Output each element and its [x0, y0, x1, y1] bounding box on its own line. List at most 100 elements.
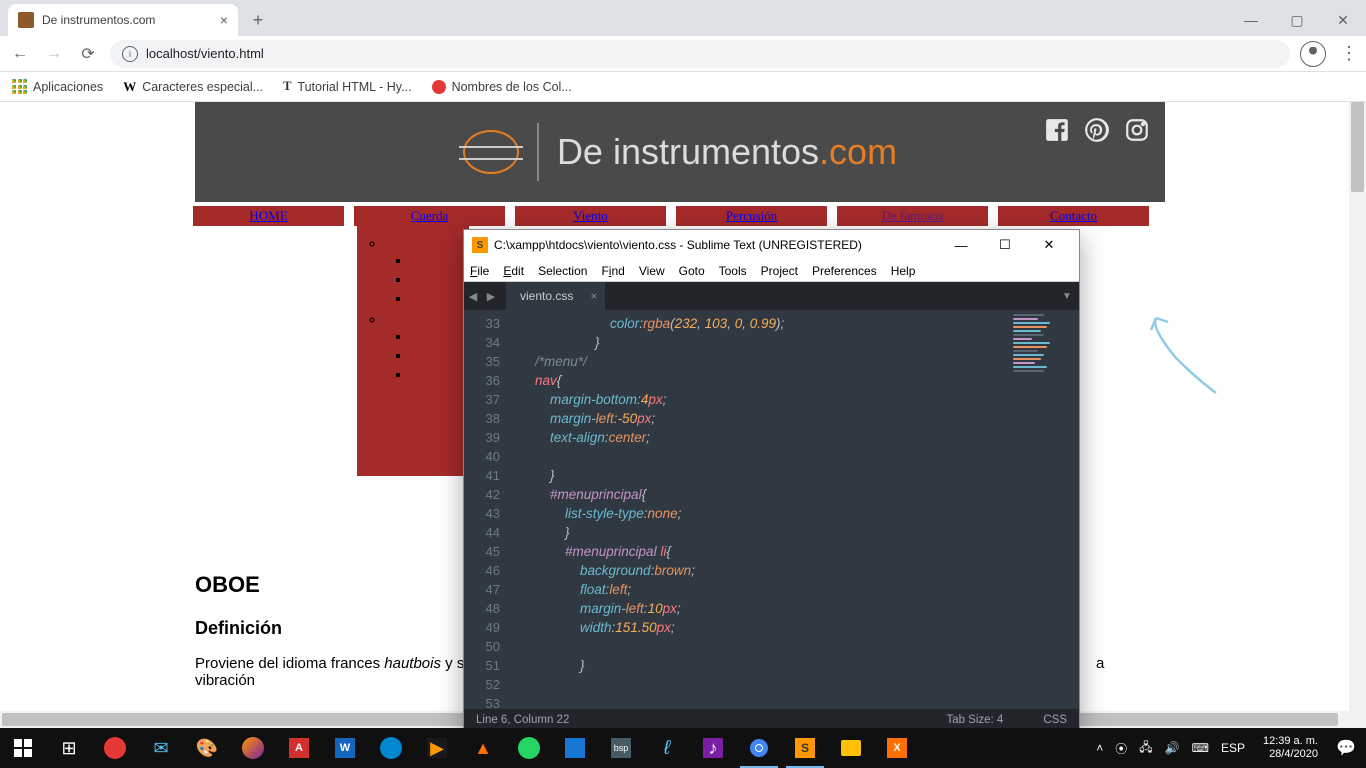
start-button[interactable] — [0, 728, 46, 768]
sublime-menubar: File Edit Selection Find View Goto Tools… — [464, 260, 1079, 282]
volume-icon[interactable]: 🔊 — [1165, 741, 1180, 755]
notifications-icon[interactable]: 💬 — [1326, 728, 1366, 768]
bookmark-item[interactable]: WCaracteres especial... — [123, 79, 263, 95]
menu-file[interactable]: File — [470, 264, 489, 278]
list-item — [385, 310, 469, 386]
back-button[interactable]: ← — [8, 42, 32, 66]
facebook-icon[interactable] — [1043, 116, 1071, 144]
sublime-taskbar-icon[interactable]: S — [782, 728, 828, 768]
menu-find[interactable]: Find — [601, 264, 624, 278]
new-tab-button[interactable]: + — [244, 6, 272, 34]
favicon-icon — [18, 12, 34, 28]
menu-goto[interactable]: Goto — [679, 264, 705, 278]
menu-edit[interactable]: Edit — [503, 264, 524, 278]
opera-icon[interactable] — [92, 728, 138, 768]
editor[interactable]: 3334353637383940414243444546474849505152… — [464, 310, 1079, 709]
taskview-icon[interactable]: ⊞ — [46, 728, 92, 768]
code-area[interactable]: color:rgba(232, 103, 0, 0.99); } /*menu*… — [508, 310, 1009, 709]
bookmark-item[interactable]: Nombres de los Col... — [432, 80, 572, 94]
browser-tab[interactable]: De instrumentos.com × — [8, 4, 238, 36]
instagram-icon[interactable] — [1123, 116, 1151, 144]
list-item — [385, 234, 469, 310]
w-icon: W — [123, 79, 136, 95]
nav-contacto[interactable]: Contacto — [998, 206, 1149, 226]
minimize-icon[interactable]: — — [1228, 4, 1274, 36]
site-title: De instrumentos.com — [557, 131, 897, 173]
logo-icon — [463, 130, 519, 174]
forward-button[interactable]: → — [42, 42, 66, 66]
menu-preferences[interactable]: Preferences — [812, 264, 877, 278]
nav-cuerda[interactable]: Cuerda — [354, 206, 505, 226]
tab-title: De instrumentos.com — [42, 13, 155, 27]
menu-selection[interactable]: Selection — [538, 264, 587, 278]
maximize-icon[interactable]: ☐ — [983, 231, 1027, 259]
profile-icon[interactable] — [1300, 41, 1326, 67]
sublime-title: C:\xampp\htdocs\viento\viento.css - Subl… — [494, 238, 862, 252]
adobe-icon[interactable]: A — [276, 728, 322, 768]
window-controls: — ▢ ✕ — [1228, 4, 1366, 36]
nav-famosos[interactable]: De famosos — [837, 206, 988, 226]
menu-project[interactable]: Project — [761, 264, 798, 278]
location-icon[interactable]: ⦿ — [1115, 740, 1127, 757]
menu-help[interactable]: Help — [891, 264, 916, 278]
menu-tools[interactable]: Tools — [719, 264, 747, 278]
app-icon[interactable] — [552, 728, 598, 768]
close-window-icon[interactable]: ✕ — [1320, 4, 1366, 36]
sublime-titlebar[interactable]: S C:\xampp\htdocs\viento\viento.css - Su… — [464, 230, 1079, 260]
bookmark-item[interactable]: TTutorial HTML - Hy... — [283, 79, 411, 94]
clock[interactable]: 12:39 a. m. 28/4/2020 — [1255, 735, 1326, 761]
menu-view[interactable]: View — [639, 264, 665, 278]
vertical-scrollbar[interactable] — [1349, 102, 1366, 728]
main-nav: HOME Cuerda Viento Percusión De famosos … — [193, 206, 1165, 226]
firefox-icon[interactable] — [230, 728, 276, 768]
paint-icon[interactable]: 🎨 — [184, 728, 230, 768]
site-info-icon[interactable]: i — [122, 46, 138, 62]
maximize-icon[interactable]: ▢ — [1274, 4, 1320, 36]
reload-button[interactable]: ⟳ — [76, 42, 100, 66]
browser-tab-strip: De instrumentos.com × + — ▢ ✕ — [0, 0, 1366, 36]
close-icon[interactable]: × — [220, 12, 228, 28]
tab-next-icon[interactable]: ▶ — [482, 282, 500, 310]
browser-toolbar: ← → ⟳ i localhost/viento.html ⋮ — [0, 36, 1366, 72]
url-text: localhost/viento.html — [146, 46, 264, 61]
line-gutter: 3334353637383940414243444546474849505152… — [464, 310, 508, 709]
tab-dropdown-icon[interactable]: ▼ — [1055, 282, 1079, 310]
edge-icon[interactable] — [368, 728, 414, 768]
whatsapp-icon[interactable] — [506, 728, 552, 768]
file-tab[interactable]: viento.css× — [506, 282, 605, 310]
language-indicator[interactable]: ESP — [1221, 741, 1245, 755]
system-tray[interactable]: ˄ ⦿ 🖧 🔊 ⌨ ESP — [1086, 738, 1255, 759]
word-icon[interactable]: W — [322, 728, 368, 768]
vlc-icon[interactable]: ▲ — [460, 728, 506, 768]
apps-button[interactable]: Aplicaciones — [12, 79, 103, 94]
menu-icon[interactable]: ⋮ — [1340, 43, 1358, 64]
media-icon[interactable]: ▶ — [414, 728, 460, 768]
mail-icon[interactable]: ✉ — [138, 728, 184, 768]
status-cursor[interactable]: Line 6, Column 22 — [476, 714, 569, 726]
app-icon[interactable]: ℓ — [644, 728, 690, 768]
sublime-tabbar: ◀ ▶ viento.css× ▼ — [464, 282, 1079, 310]
t-icon: T — [283, 79, 291, 94]
submenu — [357, 226, 469, 476]
status-syntax[interactable]: CSS — [1043, 714, 1067, 726]
close-tab-icon[interactable]: × — [590, 289, 597, 303]
xampp-icon[interactable]: X — [874, 728, 920, 768]
explorer-icon[interactable] — [828, 728, 874, 768]
network-icon[interactable]: 🖧 — [1139, 738, 1152, 759]
minimize-icon[interactable]: — — [939, 231, 983, 259]
music-icon[interactable]: ♪ — [690, 728, 736, 768]
chevron-up-icon[interactable]: ˄ — [1096, 741, 1103, 755]
tab-prev-icon[interactable]: ◀ — [464, 282, 482, 310]
minimap[interactable] — [1009, 310, 1079, 709]
divider — [537, 123, 539, 181]
chrome-icon[interactable] — [736, 728, 782, 768]
address-bar[interactable]: i localhost/viento.html — [110, 40, 1290, 68]
close-icon[interactable]: ✕ — [1027, 231, 1071, 259]
nav-viento[interactable]: Viento — [515, 206, 666, 226]
app-icon[interactable]: bsp — [598, 728, 644, 768]
status-tabsize[interactable]: Tab Size: 4 — [946, 714, 1003, 726]
pinterest-icon[interactable] — [1083, 116, 1111, 144]
nav-home[interactable]: HOME — [193, 206, 344, 226]
nav-percusion[interactable]: Percusión — [676, 206, 827, 226]
keyboard-icon[interactable]: ⌨ — [1192, 741, 1209, 755]
